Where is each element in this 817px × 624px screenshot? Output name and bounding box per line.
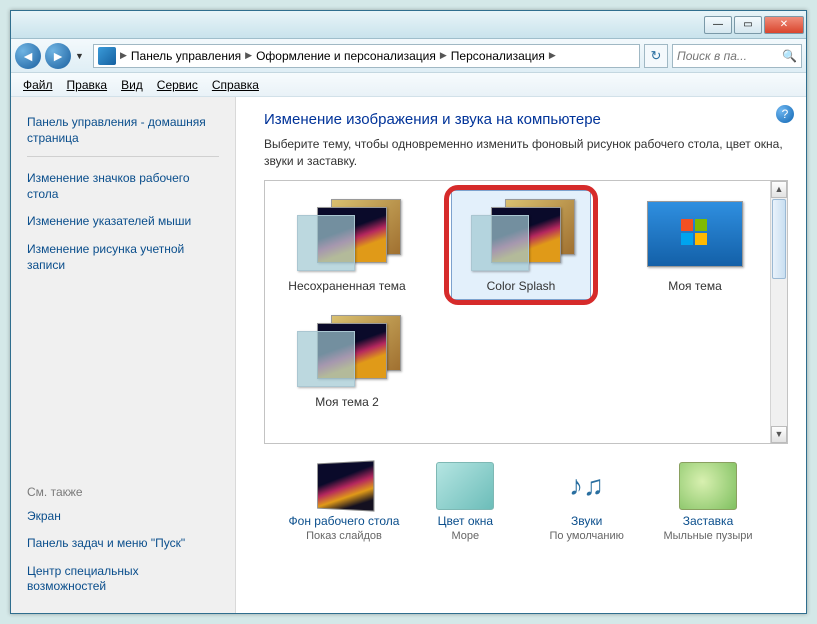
window-color-link[interactable]: Цвет окна (405, 514, 525, 528)
sounds-value: По умолчанию (527, 530, 647, 542)
chevron-right-icon: ▶ (120, 50, 127, 61)
see-also-display[interactable]: Экран (27, 503, 219, 531)
theme-row-1: Несохраненная тема Color Splash (277, 195, 775, 293)
close-button[interactable]: ✕ (764, 16, 804, 34)
theme-label: Несохраненная тема (277, 279, 417, 293)
search-box[interactable]: 🔍 (672, 44, 802, 68)
theme-label: Моя тема 2 (277, 395, 417, 409)
sounds-link[interactable]: Звуки (527, 514, 647, 528)
chevron-right-icon: ▶ (245, 50, 252, 61)
desktop-background-setting[interactable]: Фон рабочего стола Показ слайдов (284, 462, 404, 542)
theme-color-splash[interactable]: Color Splash (451, 190, 591, 300)
address-bar[interactable]: ▶ Панель управления ▶ Оформление и персо… (93, 44, 640, 68)
window-color-setting[interactable]: Цвет окна Море (405, 462, 525, 542)
menu-edit[interactable]: Правка (61, 76, 114, 94)
page-subtext: Выберите тему, чтобы одновременно измени… (264, 136, 788, 170)
theme-unsaved[interactable]: Несохраненная тема (277, 195, 417, 293)
nav-history-dropdown[interactable]: ▼ (75, 51, 89, 61)
windows-logo-icon (681, 219, 709, 247)
sidebar-home-link[interactable]: Панель управления - домашняя страница (27, 109, 219, 152)
menubar: Файл Правка Вид Сервис Справка (11, 73, 806, 97)
window-color-icon (436, 462, 494, 510)
refresh-button[interactable]: ↻ (644, 44, 668, 68)
see-also-accessibility[interactable]: Центр специальных возможностей (27, 558, 219, 601)
control-panel-icon (98, 47, 116, 65)
screensaver-setting[interactable]: Заставка Мыльные пузыри (648, 462, 768, 542)
navbar: ◄ ► ▼ ▶ Панель управления ▶ Оформление и… (11, 39, 806, 73)
sounds-setting[interactable]: ♪♫ Звуки По умолчанию (527, 462, 647, 542)
scrollbar[interactable]: ▲ ▼ (770, 181, 787, 443)
window-buttons: — ▭ ✕ (702, 16, 804, 34)
sidebar: Панель управления - домашняя страница Из… (11, 97, 236, 613)
see-also-label: См. также (11, 485, 235, 503)
scroll-up-button[interactable]: ▲ (771, 181, 787, 198)
sidebar-link-mouse-pointers[interactable]: Изменение указателей мыши (27, 208, 219, 236)
search-icon: 🔍 (778, 49, 801, 63)
maximize-button[interactable]: ▭ (734, 16, 762, 34)
themes-container: ▲ ▼ Несохраненная тема (264, 180, 788, 444)
scroll-down-button[interactable]: ▼ (771, 426, 787, 443)
sidebar-top: Панель управления - домашняя страница Из… (11, 109, 235, 279)
theme-row-2: Моя тема 2 (277, 311, 775, 409)
settings-row: Фон рабочего стола Показ слайдов Цвет ок… (264, 444, 788, 542)
desktop-bg-icon (317, 460, 374, 511)
chevron-right-icon: ▶ (549, 50, 556, 61)
titlebar: — ▭ ✕ (11, 11, 806, 39)
menu-view[interactable]: Вид (115, 76, 149, 94)
theme-thumb (287, 311, 407, 389)
sounds-icon: ♪♫ (558, 462, 616, 510)
breadcrumb-seg-2[interactable]: Оформление и персонализация (252, 49, 440, 63)
minimize-button[interactable]: — (704, 16, 732, 34)
screensaver-icon (679, 462, 737, 510)
theme-my-theme-2[interactable]: Моя тема 2 (277, 311, 417, 409)
screensaver-link[interactable]: Заставка (648, 514, 768, 528)
theme-label: Color Splash (452, 279, 590, 293)
body: Панель управления - домашняя страница Из… (11, 97, 806, 613)
see-also-taskbar[interactable]: Панель задач и меню "Пуск" (27, 530, 219, 558)
back-button[interactable]: ◄ (15, 43, 41, 69)
desktop-bg-value: Показ слайдов (284, 530, 404, 542)
desktop-bg-link[interactable]: Фон рабочего стола (284, 514, 404, 528)
theme-my-theme[interactable]: Моя тема (625, 195, 765, 293)
breadcrumb-seg-3[interactable]: Персонализация (447, 49, 549, 63)
help-icon[interactable]: ? (776, 105, 794, 123)
breadcrumb-seg-1[interactable]: Панель управления (127, 49, 245, 63)
page-heading: Изменение изображения и звука на компьют… (264, 111, 788, 128)
forward-button[interactable]: ► (45, 43, 71, 69)
sidebar-bottom: См. также Экран Панель задач и меню "Пус… (11, 485, 235, 601)
sidebar-link-desktop-icons[interactable]: Изменение значков рабочего стола (27, 165, 219, 208)
window-color-value: Море (405, 530, 525, 542)
menu-help[interactable]: Справка (206, 76, 265, 94)
theme-label: Моя тема (625, 279, 765, 293)
theme-thumb (461, 195, 581, 273)
theme-thumb (635, 195, 755, 273)
theme-thumb (287, 195, 407, 273)
sidebar-link-account-picture[interactable]: Изменение рисунка учетной записи (27, 236, 219, 279)
menu-file[interactable]: Файл (17, 76, 59, 94)
search-input[interactable] (673, 49, 778, 63)
explorer-window: — ▭ ✕ ◄ ► ▼ ▶ Панель управления ▶ Оформл… (10, 10, 807, 614)
chevron-right-icon: ▶ (440, 50, 447, 61)
sidebar-separator (27, 156, 219, 157)
screensaver-value: Мыльные пузыри (648, 530, 768, 542)
main-panel: ? Изменение изображения и звука на компь… (236, 97, 806, 613)
menu-tools[interactable]: Сервис (151, 76, 204, 94)
scroll-thumb[interactable] (772, 199, 786, 279)
